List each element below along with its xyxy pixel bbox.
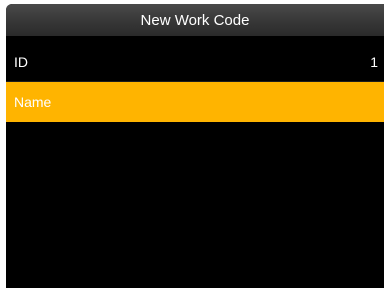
field-row-name[interactable]: Name <box>6 82 384 122</box>
field-label-id: ID <box>14 54 28 70</box>
field-label-name: Name <box>14 94 52 110</box>
title-bar: New Work Code <box>6 4 384 36</box>
field-value-id: 1 <box>370 54 378 70</box>
device-screen: New Work Code ID 1 Name <box>6 4 384 288</box>
field-row-id[interactable]: ID 1 <box>6 42 384 82</box>
page-title: New Work Code <box>140 12 250 29</box>
